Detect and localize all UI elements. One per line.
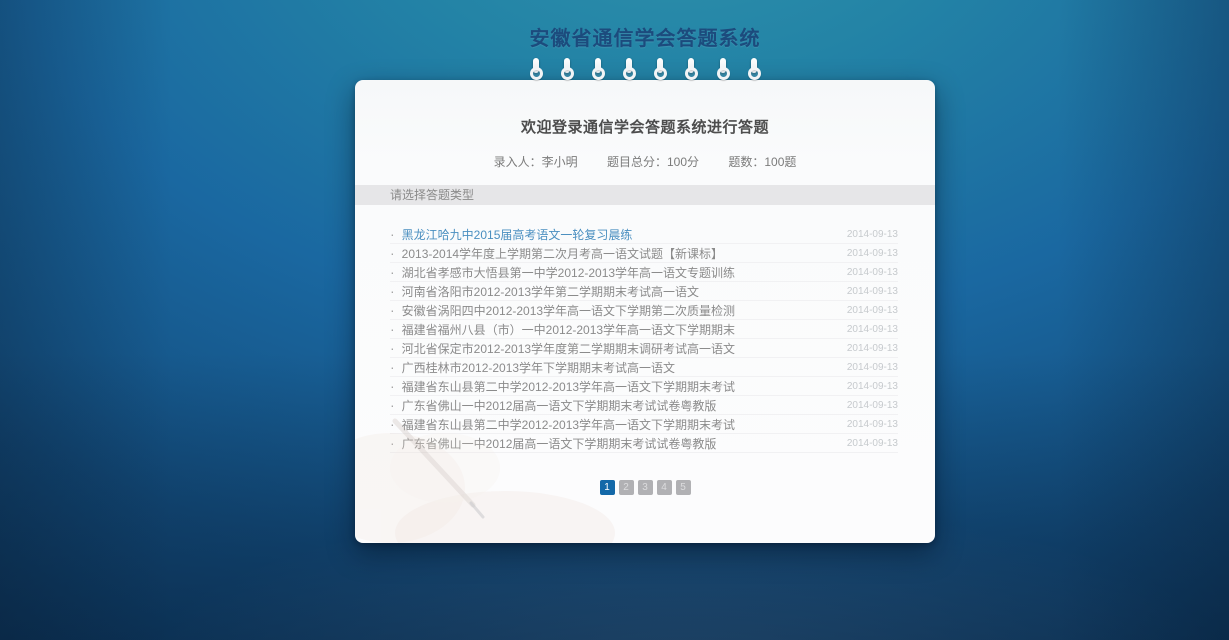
list-item[interactable]: · 黑龙江哈九中2015届高考语文一轮复习晨练 2014-09-13: [390, 225, 898, 244]
quiz-date: 2014-09-13: [847, 343, 898, 354]
bullet-icon: ·: [390, 398, 395, 412]
page-button-4[interactable]: 4: [657, 480, 672, 495]
quiz-date: 2014-09-13: [847, 248, 898, 259]
bullet-icon: ·: [390, 341, 395, 355]
list-item[interactable]: · 河南省洛阳市2012-2013学年第二学期期末考试高一语文 2014-09-…: [390, 282, 898, 301]
quiz-link[interactable]: 河北省保定市2012-2013学年度第二学期期末调研考试高一语文: [402, 340, 735, 357]
binder-pins: [355, 58, 935, 88]
welcome-heading: 欢迎登录通信学会答题系统进行答题: [375, 116, 915, 137]
binder-pin-icon: [684, 58, 698, 80]
bullet-icon: ·: [390, 436, 395, 450]
binder-pin-icon: [591, 58, 605, 80]
quiz-link[interactable]: 广东省佛山一中2012届高一语文下学期期末考试试卷粤教版: [402, 397, 717, 414]
list-item[interactable]: · 广西桂林市2012-2013学年下学期期末考试高一语文 2014-09-13: [390, 358, 898, 377]
quiz-date: 2014-09-13: [847, 438, 898, 449]
quiz-date: 2014-09-13: [847, 381, 898, 392]
section-bar: 请选择答题类型: [355, 185, 935, 205]
quiz-date: 2014-09-13: [847, 362, 898, 373]
list-item[interactable]: · 福建省东山县第二中学2012-2013学年高一语文下学期期末考试 2014-…: [390, 377, 898, 396]
binder-pin-icon: [622, 58, 636, 80]
bullet-icon: ·: [390, 303, 395, 317]
page-button-3[interactable]: 3: [638, 480, 653, 495]
quiz-link[interactable]: 安徽省涡阳四中2012-2013学年高一语文下学期第二次质量检测: [402, 302, 735, 319]
binder-pin-icon: [716, 58, 730, 80]
quiz-list: · 黑龙江哈九中2015届高考语文一轮复习晨练 2014-09-13 · 201…: [390, 225, 898, 453]
total-score-info: 题目总分：100分: [607, 155, 699, 169]
recorder-info: 录入人：李小明: [494, 155, 578, 169]
binder-pin-icon: [529, 58, 543, 80]
binder-pin-icon: [560, 58, 574, 80]
quiz-card: 欢迎登录通信学会答题系统进行答题 录入人：李小明 题目总分：100分 题数：10…: [355, 80, 935, 543]
quiz-link[interactable]: 广西桂林市2012-2013学年下学期期末考试高一语文: [402, 359, 675, 376]
quiz-date: 2014-09-13: [847, 267, 898, 278]
bullet-icon: ·: [390, 227, 395, 241]
bullet-icon: ·: [390, 379, 395, 393]
page-title: 安徽省通信学会答题系统: [355, 22, 935, 51]
session-info: 录入人：李小明 题目总分：100分 题数：100题: [355, 153, 935, 170]
page-button-2[interactable]: 2: [619, 480, 634, 495]
binder-pin-icon: [747, 58, 761, 80]
pagination: 12345: [355, 477, 935, 495]
desktop-background: 安徽省通信学会答题系统 欢迎登录通信学会答题系统进行答题 录入人：李小明 题目总…: [0, 0, 1229, 640]
list-item[interactable]: · 2013-2014学年度上学期第二次月考高一语文试题【新课标】 2014-0…: [390, 244, 898, 263]
binder-pin-icon: [653, 58, 667, 80]
quiz-date: 2014-09-13: [847, 400, 898, 411]
quiz-date: 2014-09-13: [847, 324, 898, 335]
quiz-link[interactable]: 广东省佛山一中2012届高一语文下学期期末考试试卷粤教版: [402, 435, 717, 452]
quiz-link[interactable]: 黑龙江哈九中2015届高考语文一轮复习晨练: [402, 226, 633, 243]
list-item[interactable]: · 广东省佛山一中2012届高一语文下学期期末考试试卷粤教版 2014-09-1…: [390, 434, 898, 453]
quiz-link[interactable]: 福建省东山县第二中学2012-2013学年高一语文下学期期末考试: [402, 416, 735, 433]
quiz-date: 2014-09-13: [847, 286, 898, 297]
quiz-link[interactable]: 湖北省孝感市大悟县第一中学2012-2013学年高一语文专题训练: [402, 264, 735, 281]
list-item[interactable]: · 福建省福州八县（市）一中2012-2013学年高一语文下学期期末 2014-…: [390, 320, 898, 339]
bullet-icon: ·: [390, 265, 395, 279]
bullet-icon: ·: [390, 360, 395, 374]
page-button-1[interactable]: 1: [600, 480, 615, 495]
bullet-icon: ·: [390, 417, 395, 431]
quiz-link[interactable]: 福建省福州八县（市）一中2012-2013学年高一语文下学期期末: [402, 321, 735, 338]
list-item[interactable]: · 安徽省涡阳四中2012-2013学年高一语文下学期第二次质量检测 2014-…: [390, 301, 898, 320]
bullet-icon: ·: [390, 246, 395, 260]
list-item[interactable]: · 河北省保定市2012-2013学年度第二学期期末调研考试高一语文 2014-…: [390, 339, 898, 358]
list-item[interactable]: · 福建省东山县第二中学2012-2013学年高一语文下学期期末考试 2014-…: [390, 415, 898, 434]
quiz-link[interactable]: 河南省洛阳市2012-2013学年第二学期期末考试高一语文: [402, 283, 699, 300]
list-item[interactable]: · 广东省佛山一中2012届高一语文下学期期末考试试卷粤教版 2014-09-1…: [390, 396, 898, 415]
bullet-icon: ·: [390, 284, 395, 298]
quiz-date: 2014-09-13: [847, 419, 898, 430]
quiz-date: 2014-09-13: [847, 229, 898, 240]
bullet-icon: ·: [390, 322, 395, 336]
quiz-link[interactable]: 2013-2014学年度上学期第二次月考高一语文试题【新课标】: [402, 245, 723, 262]
list-item[interactable]: · 湖北省孝感市大悟县第一中学2012-2013学年高一语文专题训练 2014-…: [390, 263, 898, 282]
page-button-5[interactable]: 5: [676, 480, 691, 495]
quiz-link[interactable]: 福建省东山县第二中学2012-2013学年高一语文下学期期末考试: [402, 378, 735, 395]
question-count-info: 题数：100题: [728, 155, 796, 169]
section-bar-label: 请选择答题类型: [390, 188, 474, 202]
quiz-date: 2014-09-13: [847, 305, 898, 316]
